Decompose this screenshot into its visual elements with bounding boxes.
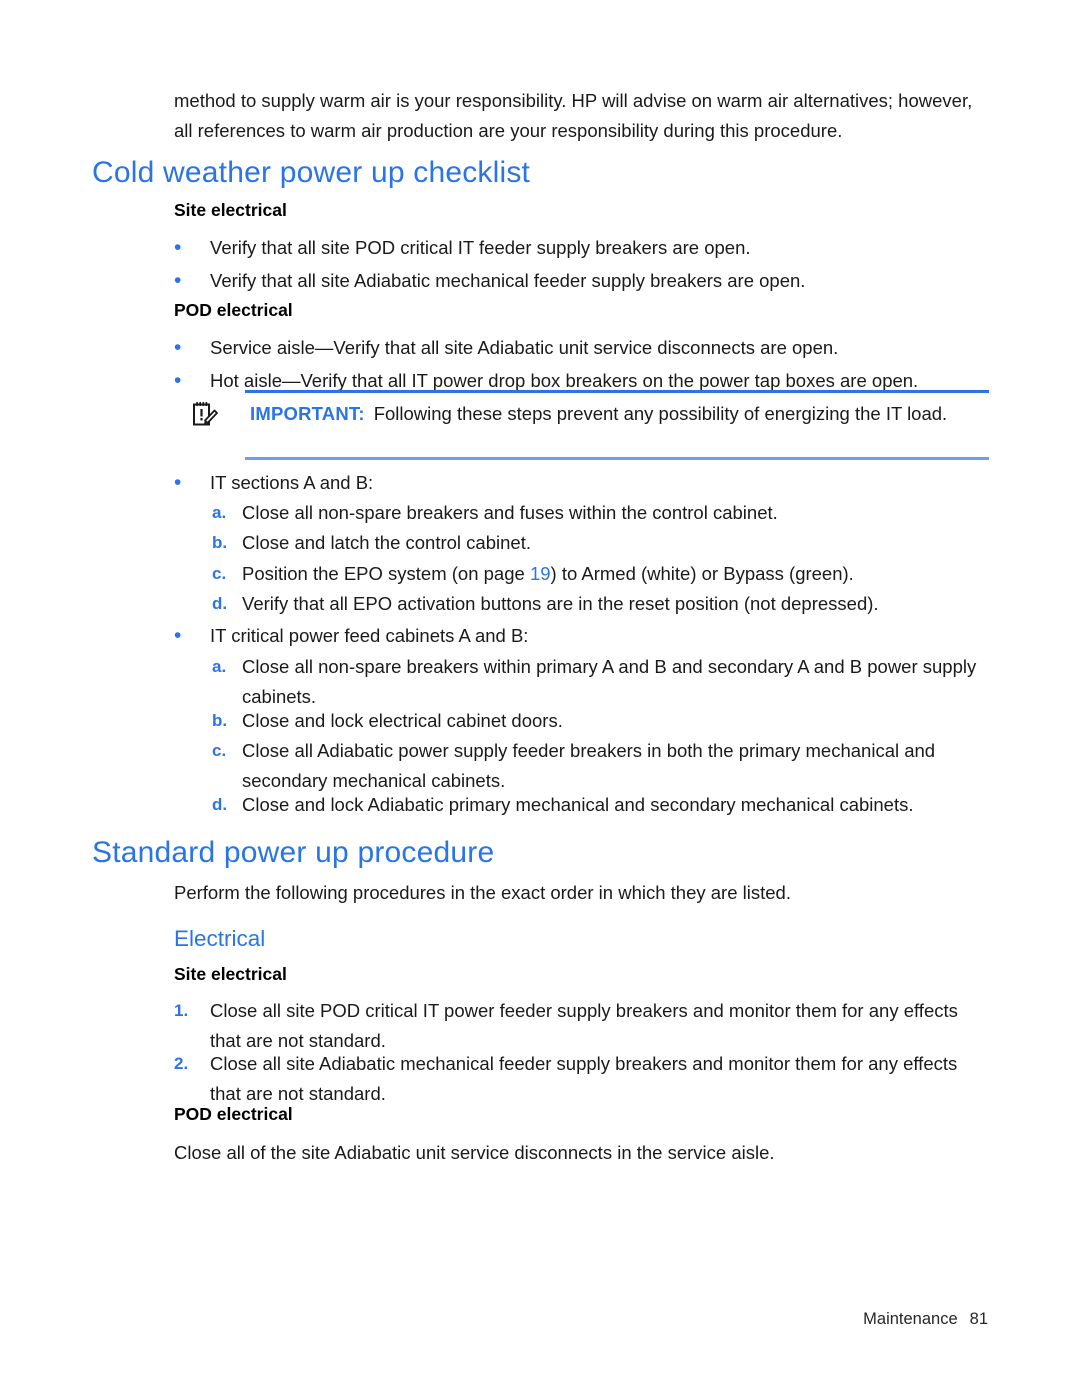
bullet-icon: • (174, 471, 182, 494)
list-item-label: IT critical power feed cabinets A and B: (210, 625, 529, 646)
list-item-label: Close and lock Adiabatic primary mechani… (242, 794, 914, 815)
list-marker: a. (212, 503, 227, 522)
list-marker: d. (212, 594, 228, 613)
list-item-label: Position the EPO system (on page 19) to … (242, 563, 854, 584)
list-item-label: Service aisle—Verify that all site Adiab… (210, 337, 839, 358)
pod-electrical-paragraph: Close all of the site Adiabatic unit ser… (174, 1142, 775, 1163)
subheading-pod-electrical-cold: POD electrical (174, 300, 293, 320)
list-item: • IT sections A and B: (174, 468, 989, 498)
intro-paragraph: method to supply warm air is your respon… (174, 90, 973, 141)
footer-chapter-name: Maintenance (863, 1310, 958, 1328)
list-marker: d. (212, 795, 228, 814)
list-item: a. Close all non-spare breakers and fuse… (174, 498, 989, 528)
list-marker: c. (212, 741, 227, 760)
important-callout: IMPORTANT: Following these steps prevent … (174, 390, 989, 462)
standard-intro-paragraph: Perform the following procedures in the … (174, 882, 791, 903)
list-marker: a. (212, 657, 227, 676)
page-footer: Maintenance 81 (0, 1310, 1080, 1329)
callout-body: IMPORTANT: Following these steps prevent … (250, 400, 985, 427)
document-page: method to supply warm air is your respon… (0, 0, 1080, 1397)
list-item: 2. Close all site Adiabatic mechanical f… (174, 1049, 989, 1109)
list-marker: 2. (174, 1054, 189, 1073)
list-marker: c. (212, 564, 227, 583)
list-item: c. Position the EPO system (on page 19) … (174, 559, 989, 589)
page-reference-link[interactable]: 19 (530, 563, 551, 584)
list-item-label: IT sections A and B: (210, 472, 374, 493)
list-item: • IT critical power feed cabinets A and … (174, 621, 989, 651)
subheading-site-electrical-standard: Site electrical (174, 964, 287, 984)
list-item-label: Close all non-spare breakers and fuses w… (242, 502, 778, 523)
list-item: a. Close all non-spare breakers within p… (174, 652, 989, 712)
list-item: • Service aisle—Verify that all site Adi… (174, 333, 989, 363)
callout-text: Following these steps prevent any possib… (373, 403, 948, 424)
bullet-icon: • (174, 269, 182, 292)
list-item: d. Verify that all EPO activation button… (174, 589, 989, 619)
list-marker: b. (212, 533, 228, 552)
bullet-icon: • (174, 236, 182, 259)
heading-standard-power-up-procedure: Standard power up procedure (92, 836, 495, 869)
bullet-icon: • (174, 624, 182, 647)
list-item-label: Close all non-spare breakers within prim… (242, 656, 977, 707)
list-item-label: Close all site Adiabatic mechanical feed… (210, 1053, 958, 1104)
list-item: b. Close and lock electrical cabinet doo… (174, 706, 989, 736)
callout-rule-top (245, 390, 989, 393)
subheading-electrical: Electrical (174, 926, 266, 951)
list-item: c. Close all Adiabatic power supply feed… (174, 736, 989, 796)
list-item-label: Verify that all site Adiabatic mechanica… (210, 270, 806, 291)
list-item-label: Verify that all EPO activation buttons a… (242, 593, 879, 614)
list-item-label: Verify that all site POD critical IT fee… (210, 237, 751, 258)
list-item-label: Close and lock electrical cabinet doors. (242, 710, 563, 731)
footer-page-number: 81 (969, 1310, 988, 1328)
list-item: d. Close and lock Adiabatic primary mech… (174, 790, 989, 820)
callout-rule-bottom (245, 457, 989, 460)
note-pencil-icon (190, 400, 220, 430)
list-item: • Verify that all site Adiabatic mechani… (174, 266, 989, 296)
subheading-pod-electrical-standard: POD electrical (174, 1104, 293, 1124)
list-item-label: Close and latch the control cabinet. (242, 532, 531, 553)
bullet-icon: • (174, 336, 182, 359)
list-marker: 1. (174, 1001, 189, 1020)
list-item: b. Close and latch the control cabinet. (174, 528, 989, 558)
list-item-label: Close all Adiabatic power supply feeder … (242, 740, 936, 791)
list-marker: b. (212, 711, 228, 730)
subheading-site-electrical-cold: Site electrical (174, 200, 287, 220)
list-item: • Verify that all site POD critical IT f… (174, 233, 989, 263)
list-item: 1. Close all site POD critical IT power … (174, 996, 989, 1056)
heading-cold-weather-power-up-checklist: Cold weather power up checklist (92, 156, 531, 189)
callout-label: IMPORTANT: (250, 403, 365, 424)
list-item-label: Close all site POD critical IT power fee… (210, 1000, 958, 1051)
